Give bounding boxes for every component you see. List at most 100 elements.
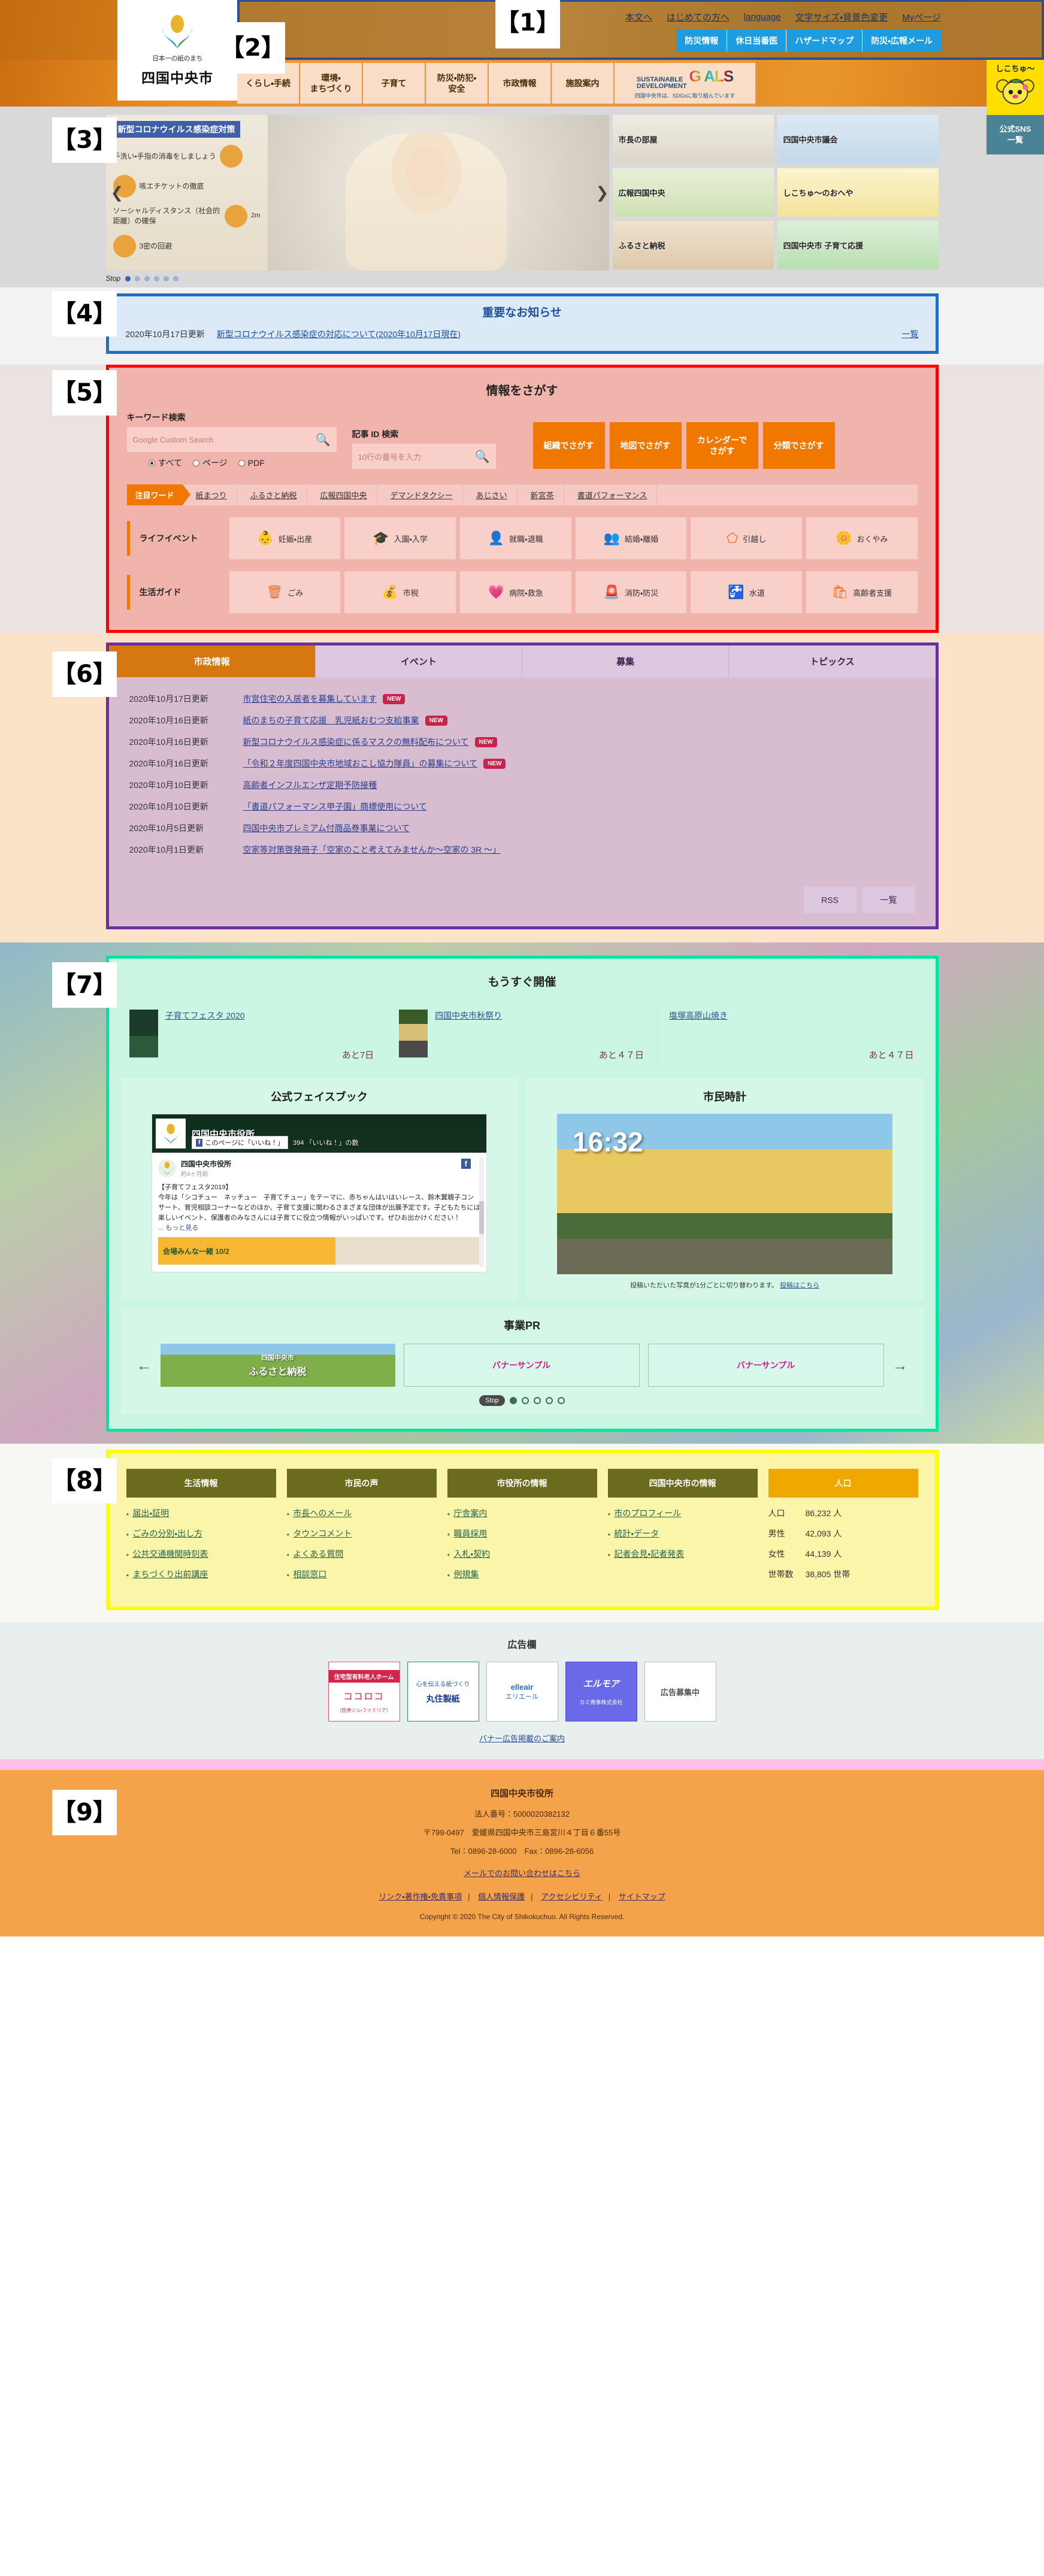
- keyword-tag-3[interactable]: デマンドタクシー: [377, 484, 463, 505]
- nav-item-shisei[interactable]: 市政情報: [489, 63, 550, 104]
- search-icon[interactable]: 🔍: [316, 432, 331, 447]
- life-guide-hospital[interactable]: 💗 病院・救急: [459, 571, 571, 613]
- quicklink-gomi[interactable]: ごみの分別・出し方: [126, 1528, 276, 1539]
- pr-banner-sample-2[interactable]: バナーサンプル: [647, 1344, 884, 1387]
- ad-banner-kokoroko[interactable]: 住宅型有料老人ホーム ココロコ （医療ジュ・ファミリア）: [328, 1662, 400, 1722]
- hero-carousel[interactable]: 新型コロナウイルス感染症対策 手洗い・手指の消毒をしましょう 咳エチケットの徹底…: [105, 115, 609, 271]
- pr-next-arrow[interactable]: →: [892, 1356, 908, 1375]
- keyword-tag-1[interactable]: ふるさと納税: [237, 484, 307, 505]
- emergency-button-bosai[interactable]: 防災情報: [676, 30, 728, 51]
- life-event-moving[interactable]: ⬠ 引越し: [691, 517, 802, 559]
- keyword-tag-4[interactable]: あじさい: [463, 484, 518, 505]
- quicklink-saiyo[interactable]: 職員採用: [447, 1528, 597, 1539]
- life-guide-tax[interactable]: 💰 市税: [344, 571, 456, 613]
- news-rss-button[interactable]: RSS: [803, 887, 857, 913]
- mascot-banner[interactable]: しこちゅ～: [986, 60, 1044, 115]
- quicklink-stats[interactable]: 統計・データ: [608, 1528, 758, 1539]
- event-name[interactable]: 四国中央市秋祭り: [435, 1010, 502, 1057]
- footer-link-sitemap[interactable]: サイトマップ: [619, 1892, 665, 1901]
- radio-pdf[interactable]: PDF: [238, 457, 265, 469]
- facebook-scrollbar[interactable]: [479, 1157, 484, 1268]
- tab-shisei[interactable]: 市政情報: [108, 645, 316, 677]
- pr-banner-furusato[interactable]: 四国中央市 ふるさと納税: [160, 1344, 395, 1387]
- sdgs-banner[interactable]: SUSTAINABLE DEVELOPMENT G ALS 四国中央市は、SDG…: [615, 63, 755, 104]
- hero-tile-kosodate[interactable]: 四国中央市 子育て応援: [777, 221, 939, 270]
- search-by-map-button[interactable]: 地図でさがす: [609, 422, 682, 469]
- keyword-tag-0[interactable]: 紙まつり: [183, 484, 237, 505]
- util-link-mypage[interactable]: Myページ: [902, 11, 941, 23]
- articleid-search-input[interactable]: 10行の番号を入力 🔍: [352, 444, 496, 469]
- news-link[interactable]: 紙のまちの子育て応援 乳児紙おむつ支給事業: [243, 714, 419, 726]
- footer-link-accessibility[interactable]: アクセシビリティ: [541, 1892, 603, 1901]
- life-guide-elderly[interactable]: 🛍 高齢者支援: [806, 571, 918, 613]
- tab-boshu[interactable]: 募集: [522, 645, 730, 677]
- pr-stop-button[interactable]: Stop: [479, 1395, 505, 1406]
- search-by-calendar-button[interactable]: カレンダーで さがす: [686, 422, 758, 469]
- news-link[interactable]: 四国中央市プレミアム付商品券事業について: [243, 822, 410, 834]
- quicklink-mayor-mail[interactable]: 市長へのメール: [287, 1507, 437, 1519]
- tab-event[interactable]: イベント: [315, 645, 522, 677]
- nav-item-shisetsu[interactable]: 施設案内: [552, 63, 613, 104]
- official-sns-link[interactable]: 公式SNS 一覧: [986, 115, 1044, 154]
- radio-page[interactable]: ページ: [192, 457, 228, 469]
- carousel-dot-1[interactable]: [125, 275, 131, 281]
- pr-dot-3[interactable]: [533, 1397, 541, 1404]
- util-link-honbun[interactable]: 本文へ: [625, 11, 652, 23]
- emergency-button-mail[interactable]: 防災・広報メール: [863, 30, 941, 51]
- search-by-category-button[interactable]: 分類でさがす: [762, 422, 835, 469]
- facebook-more-link[interactable]: ... もっと見る: [158, 1225, 198, 1232]
- hero-tile-assembly[interactable]: 四国中央市議会: [777, 115, 939, 163]
- keyword-search-input[interactable]: Google Custom Search 🔍: [126, 427, 337, 452]
- hero-tile-mayor[interactable]: 市長の部屋: [612, 115, 774, 163]
- ad-banner-elmore[interactable]: エルモア カミ商事株式会社: [565, 1662, 637, 1722]
- nav-item-bosai[interactable]: 防災・防犯・ 安全: [426, 63, 488, 104]
- carousel-next-arrow[interactable]: ❯: [596, 184, 609, 202]
- life-guide-gomi[interactable]: 🗑 ごみ: [229, 571, 341, 613]
- life-event-work[interactable]: 👤 就職・退職: [459, 517, 571, 559]
- ad-banner-elleair[interactable]: elleair エリエール: [486, 1662, 558, 1722]
- carousel-dot-6[interactable]: [173, 275, 179, 281]
- hero-tile-kouhou[interactable]: 広報四国中央: [612, 168, 774, 217]
- news-link[interactable]: 「令和２年度四国中央市地域おこし協力隊員」の募集について: [243, 757, 478, 769]
- covid-slide[interactable]: 新型コロナウイルス感染症対策 手洗い・手指の消毒をしましょう 咳エチケットの徹底…: [105, 115, 268, 271]
- pr-dot-1[interactable]: [509, 1397, 517, 1404]
- notice-link[interactable]: 新型コロナウイルス感染症の対応について(2020年10月17日現在): [217, 328, 461, 340]
- event-name[interactable]: 子育てフェスタ 2020: [165, 1010, 245, 1057]
- ad-banner-recruiting[interactable]: 広告募集中: [644, 1662, 716, 1722]
- keyword-tag-6[interactable]: 書道パフォーマンス: [564, 484, 658, 505]
- carousel-prev-arrow[interactable]: ❮: [111, 184, 124, 202]
- quicklink-towncomment[interactable]: タウンコメント: [287, 1528, 437, 1539]
- util-link-fontsize[interactable]: 文字サイズ・背景色変更: [795, 11, 888, 23]
- carousel-dot-2[interactable]: [135, 275, 141, 281]
- ad-info-link[interactable]: バナー広告掲載のご案内: [479, 1734, 565, 1743]
- news-link[interactable]: 新型コロナウイルス感染症に係るマスクの無料配布について: [243, 736, 469, 748]
- radio-all[interactable]: すべて: [148, 457, 182, 469]
- news-link[interactable]: 市営住宅の入居者を募集しています: [243, 693, 377, 705]
- quicklink-demae[interactable]: まちづくり出前講座: [126, 1568, 276, 1580]
- footer-mail-link[interactable]: メールでのお問い合わせはこちら: [464, 1869, 580, 1878]
- news-all-button[interactable]: 一覧: [862, 887, 915, 913]
- footer-link-copyright[interactable]: リンク・著作権・免責事項: [379, 1892, 462, 1901]
- keyword-tag-5[interactable]: 新宮茶: [518, 484, 564, 505]
- quicklink-faq[interactable]: よくある質問: [287, 1548, 437, 1560]
- quicklink-profile[interactable]: 市のプロフィール: [608, 1507, 758, 1519]
- event-name[interactable]: 塩塚高原山焼き: [669, 1010, 728, 1022]
- carousel-dot-4[interactable]: [154, 275, 160, 281]
- life-event-funeral[interactable]: 🌼 おくやみ: [806, 517, 918, 559]
- pr-dot-2[interactable]: [521, 1397, 529, 1404]
- carousel-dot-5[interactable]: [164, 275, 170, 281]
- event-card[interactable]: 子育てフェスタ 2020 あと7日: [120, 1001, 384, 1067]
- facebook-widget[interactable]: 四国中央市役所 f このページに「いいね！」 394 「いいね！」の数 f 四国…: [152, 1114, 487, 1273]
- articleid-search-icon[interactable]: 🔍: [475, 449, 490, 464]
- event-card[interactable]: 塩塚高原山焼き あと４７日: [660, 1001, 924, 1067]
- quicklink-reikishu[interactable]: 例規集: [447, 1568, 597, 1580]
- life-event-pregnancy[interactable]: 👶 妊娠・出産: [229, 517, 341, 559]
- emergency-button-kyujitsu[interactable]: 休日当番医: [727, 30, 787, 51]
- keyword-tag-2[interactable]: 広報四国中央: [307, 484, 377, 505]
- life-event-marriage[interactable]: 👥 結婚・離婚: [575, 517, 687, 559]
- site-logo[interactable]: 日本一の紙のまち 四国中央市: [117, 0, 237, 101]
- life-guide-fire[interactable]: 🚨 消防・防災: [575, 571, 687, 613]
- life-event-school[interactable]: 🎓 入園・入学: [344, 517, 456, 559]
- ad-banner-maruzumi[interactable]: 心を伝える紙づくり 丸住製紙: [407, 1662, 479, 1722]
- footer-link-privacy[interactable]: 個人情報保護: [478, 1892, 525, 1901]
